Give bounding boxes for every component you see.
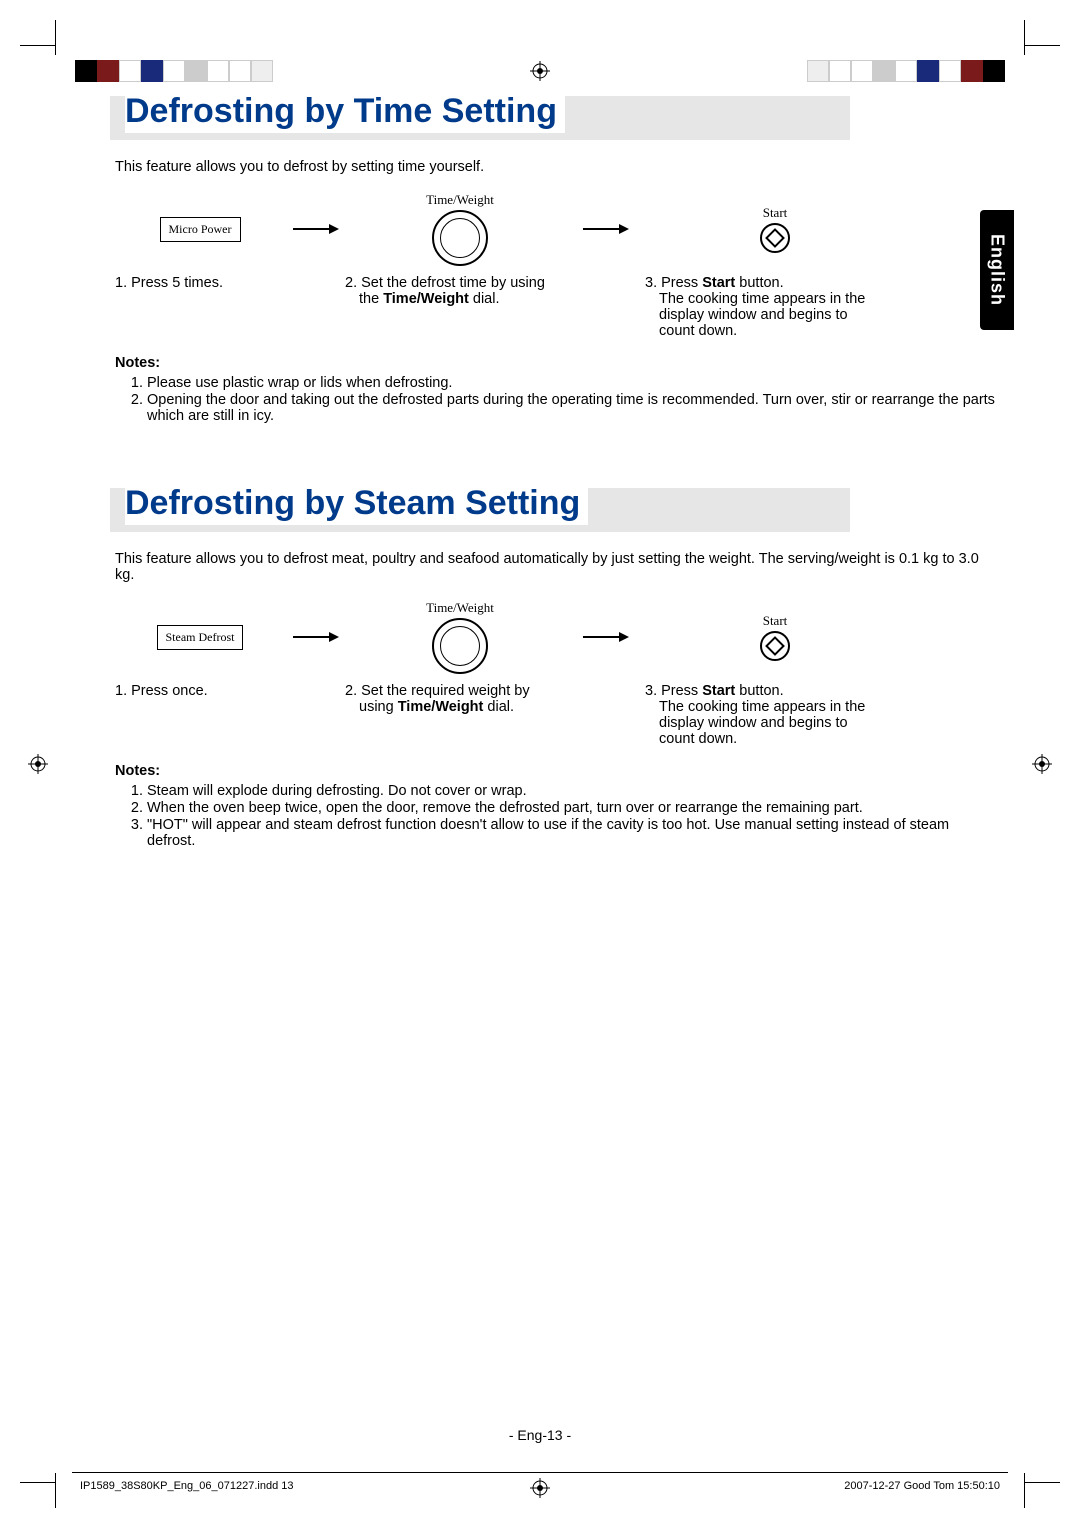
note-item: Steam will explode during defrosting. Do… (147, 783, 1000, 799)
arrow-right-icon (285, 189, 345, 269)
colorbar-right (807, 60, 1005, 82)
registration-mark-icon (1032, 754, 1052, 774)
section2-title: Defrosting by Steam Setting (125, 482, 588, 525)
registration-mark-icon (530, 61, 550, 81)
start-label: Start (760, 613, 790, 629)
colorbar-left (75, 60, 273, 82)
section1-intro: This feature allows you to defrost by se… (115, 159, 1000, 175)
start-label: Start (760, 205, 790, 221)
step3-text: 3. Press Start button. The cooking time … (645, 275, 875, 339)
section1-title: Defrosting by Time Setting (125, 90, 565, 133)
registration-mark-icon (28, 754, 48, 774)
arrow-right-icon (575, 189, 635, 269)
dial-label: Time/Weight (426, 600, 494, 616)
section2-intro: This feature allows you to defrost meat,… (115, 551, 1000, 583)
step1-text: 1. Press once. (115, 683, 208, 699)
start-button-icon (754, 625, 796, 667)
footer-date: 2007-12-27 Good Tom 15:50:10 (844, 1480, 1000, 1492)
step1-text: 1. Press 5 times. (115, 275, 223, 291)
notes-heading: Notes: (115, 355, 1000, 371)
note-item: When the oven beep twice, open the door,… (147, 800, 1000, 816)
dial-label: Time/Weight (426, 192, 494, 208)
time-weight-dial-icon (432, 618, 488, 674)
steam-defrost-button-icon: Steam Defrost (157, 625, 244, 650)
arrow-right-icon (575, 597, 635, 677)
footer-file: IP1589_38S80KP_Eng_06_071227.indd 13 (80, 1480, 293, 1492)
step2-text: 2. Set the required weight by using Time… (345, 683, 530, 715)
step2-text: 2. Set the defrost time by using the Tim… (345, 275, 545, 307)
note-item: "HOT" will appear and steam defrost func… (147, 817, 1000, 849)
page-number: - Eng-13 - (509, 1427, 571, 1443)
notes-heading: Notes: (115, 763, 1000, 779)
footer-divider (72, 1472, 1008, 1473)
micro-power-button-icon: Micro Power (160, 217, 241, 242)
note-item: Opening the door and taking out the defr… (147, 392, 1000, 424)
registration-mark-icon (530, 1478, 550, 1498)
step3-text: 3. Press Start button. The cooking time … (645, 683, 875, 747)
note-item: Please use plastic wrap or lids when def… (147, 375, 1000, 391)
start-button-icon (754, 217, 796, 259)
arrow-right-icon (285, 597, 345, 677)
time-weight-dial-icon (432, 210, 488, 266)
